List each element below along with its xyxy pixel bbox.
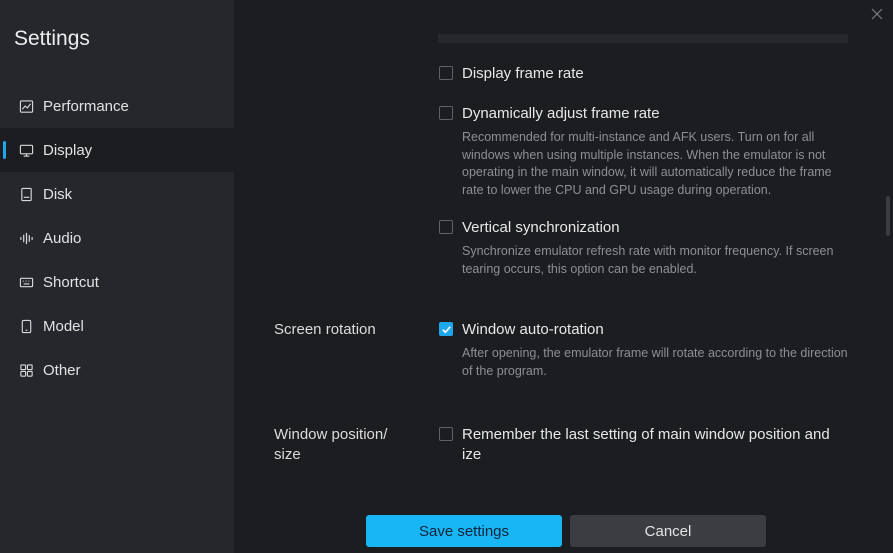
option-label: Window auto-rotation [462, 321, 604, 338]
settings-title: Settings [14, 27, 90, 50]
grid-icon [18, 362, 34, 378]
phone-icon [18, 318, 34, 334]
close-icon[interactable] [869, 6, 885, 22]
screen-rotation-label: Screen rotation [274, 321, 376, 338]
sidebar: Settings Performance Display Disk Audio [0, 0, 234, 553]
display-frame-rate-checkbox[interactable] [439, 66, 453, 80]
option-description: After opening, the emulator frame will r… [462, 346, 848, 378]
sidebar-item-disk[interactable]: Disk [0, 172, 234, 216]
sidebar-item-label: Display [43, 141, 93, 159]
auto-rotation-checkbox[interactable] [439, 322, 453, 336]
chart-line-icon [18, 98, 34, 114]
option-label: Display frame rate [462, 65, 584, 82]
remember-position-checkbox[interactable] [439, 427, 453, 441]
window-position-label: Window position/ size [274, 425, 387, 465]
sidebar-nav: Performance Display Disk Audio Shortcut [0, 84, 234, 392]
label-line: Remember the last setting of main window… [462, 426, 830, 443]
label-line: Window position/ [274, 426, 388, 443]
scrollbar-thumb[interactable] [886, 196, 890, 236]
option-vsync: Vertical synchronization Synchronize emu… [439, 218, 851, 278]
option-dynamic-frame-rate: Dynamically adjust frame rate Recommende… [439, 104, 851, 199]
sidebar-item-shortcut[interactable]: Shortcut [0, 260, 234, 304]
sidebar-item-model[interactable]: Model [0, 304, 234, 348]
sidebar-item-audio[interactable]: Audio [0, 216, 234, 260]
option-remember-position: Remember the last setting of main window… [439, 425, 851, 465]
option-auto-rotation: Window auto-rotation After opening, the … [439, 320, 851, 380]
option-label: Dynamically adjust frame rate [462, 105, 660, 122]
audio-wave-icon [18, 230, 34, 246]
section-divider [438, 34, 848, 43]
monitor-icon [18, 142, 34, 158]
keyboard-icon [18, 274, 34, 290]
sidebar-item-label: Disk [43, 185, 73, 203]
sidebar-item-label: Shortcut [43, 273, 99, 291]
option-description: Recommended for multi-instance and AFK u… [462, 130, 832, 197]
option-description: Synchronize emulator refresh rate with m… [462, 244, 834, 276]
label-line: ize [462, 446, 482, 463]
vsync-checkbox[interactable] [439, 220, 453, 234]
option-label: Vertical synchronization [462, 219, 620, 236]
label-line: size [274, 446, 301, 463]
checkmark-icon [441, 325, 451, 333]
sidebar-item-label: Performance [43, 97, 129, 115]
sidebar-item-label: Model [43, 317, 84, 335]
sidebar-item-other[interactable]: Other [0, 348, 234, 392]
sidebar-item-display[interactable]: Display [0, 128, 234, 172]
disk-icon [18, 186, 34, 202]
sidebar-item-label: Other [43, 361, 81, 379]
save-settings-button[interactable]: Save settings [366, 515, 562, 547]
sidebar-item-label: Audio [43, 229, 82, 247]
dynamic-frame-rate-checkbox[interactable] [439, 106, 453, 120]
sidebar-item-performance[interactable]: Performance [0, 84, 234, 128]
option-display-frame-rate: Display frame rate [439, 64, 851, 84]
cancel-button[interactable]: Cancel [570, 515, 766, 547]
option-label: Remember the last setting of main window… [462, 425, 830, 465]
